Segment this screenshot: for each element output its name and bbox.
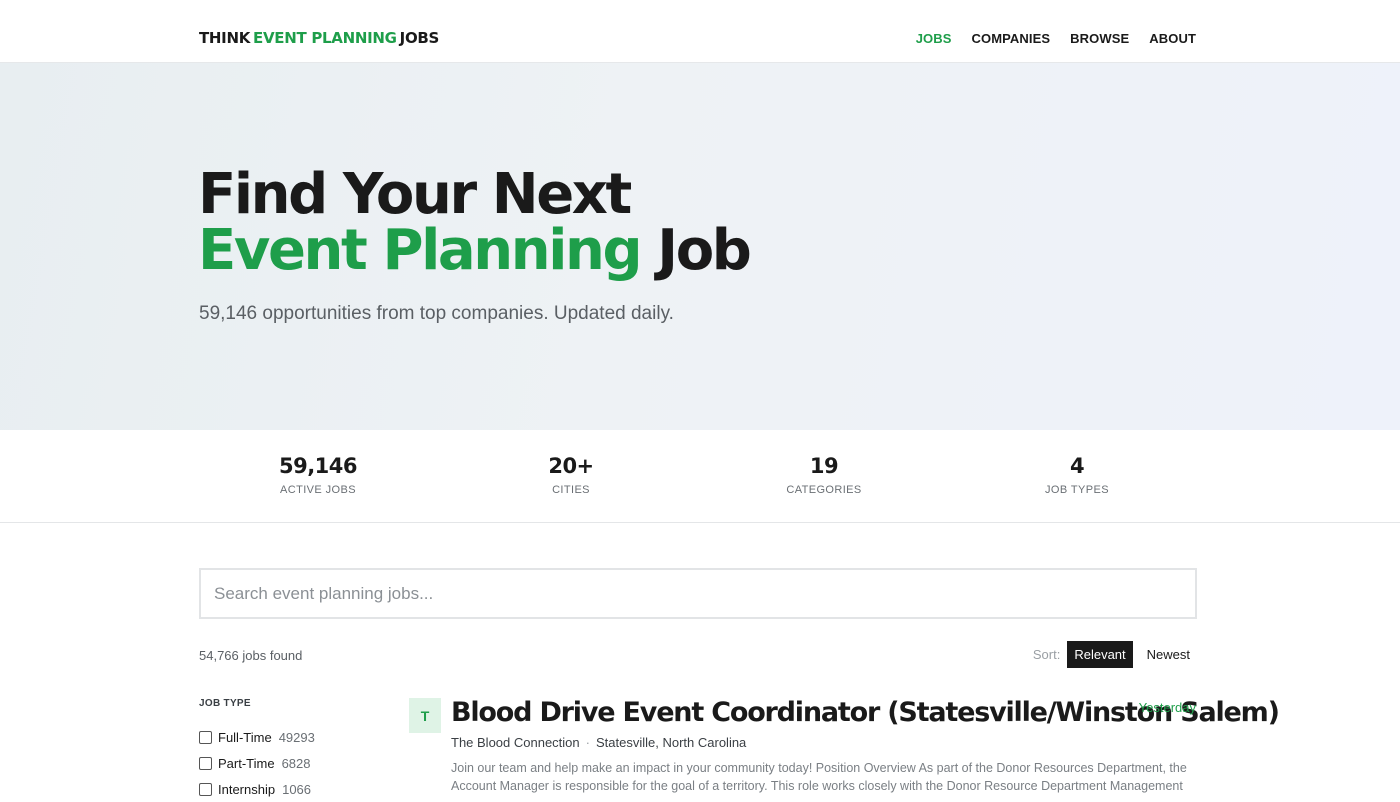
sort-newest-button[interactable]: Newest	[1140, 641, 1197, 668]
sort-relevant-button[interactable]: Relevant	[1067, 641, 1133, 668]
checkbox[interactable]	[199, 756, 212, 770]
filter-label: Full-Time	[218, 729, 272, 745]
filter-internship[interactable]: Internship 1066	[199, 776, 315, 802]
job-company: The Blood Connection	[451, 735, 580, 750]
checkbox[interactable]	[199, 782, 212, 796]
filter-part-time[interactable]: Part-Time 6828	[199, 750, 315, 776]
nav-about[interactable]: ABOUT	[1149, 31, 1196, 46]
hero-section: Find Your Next Event Planning Job 59,146…	[0, 63, 1400, 430]
stat-active-jobs: 59,146 ACTIVE JOBS	[218, 454, 418, 496]
stat-label: ACTIVE JOBS	[280, 484, 356, 496]
job-meta: The Blood Connection · Statesville, North …	[451, 735, 746, 750]
site-header: THINK EVENT PLANNING JOBS JOBS COMPANIES B…	[0, 0, 1400, 63]
filter-full-time[interactable]: Full-Time 49293	[199, 724, 315, 750]
filter-count: 6828	[281, 755, 311, 771]
company-avatar: T	[409, 698, 441, 733]
stat-value: 20+	[548, 454, 594, 478]
hero-title-line2: Event Planning Job	[198, 223, 752, 279]
stat-label: CITIES	[552, 484, 590, 496]
filter-count: 1066	[282, 781, 312, 797]
job-type-filters: Full-Time 49293 Part-Time 6828 Internshi…	[199, 724, 315, 802]
nav-jobs[interactable]: JOBS	[916, 31, 952, 46]
stat-cities: 20+ CITIES	[471, 454, 671, 496]
stat-value: 59,146	[278, 454, 358, 478]
logo-event-planning: EVENT PLANNING	[253, 29, 397, 47]
job-posted-date: Yesterday	[1138, 700, 1196, 715]
nav-browse[interactable]: BROWSE	[1070, 31, 1129, 46]
sort-control: Sort: Relevant Newest	[1033, 641, 1197, 668]
hero-title: Find Your Next Event Planning Job	[198, 167, 752, 279]
logo-think: THINK	[199, 29, 251, 47]
filter-count: 49293	[278, 729, 315, 745]
hero-subtitle: 59,146 opportunities from top companies.…	[199, 303, 674, 324]
job-location: Statesville, North Carolina	[596, 735, 747, 750]
filter-label: Part-Time	[218, 755, 275, 771]
stat-label: CATEGORIES	[786, 484, 862, 496]
search-box	[199, 568, 1197, 619]
sort-label: Sort:	[1032, 647, 1061, 662]
job-description: Join our team and help make an impact in…	[451, 761, 1187, 793]
results-count: 54,766 jobs found	[199, 648, 303, 663]
checkbox[interactable]	[199, 730, 212, 744]
filter-title: JOB TYPE	[199, 698, 251, 709]
nav-companies[interactable]: COMPANIES	[972, 31, 1051, 46]
hero-title-accent: Event Planning	[198, 218, 643, 283]
logo-jobs: JOBS	[399, 29, 440, 47]
filter-label: Internship	[218, 781, 276, 797]
stats-bar: 59,146 ACTIVE JOBS 20+ CITIES 19 CATEGOR…	[0, 430, 1400, 523]
stat-value: 4	[1069, 454, 1085, 478]
site-logo[interactable]: THINK EVENT PLANNING JOBS	[199, 29, 439, 47]
stat-label: JOB TYPES	[1045, 484, 1109, 496]
search-input[interactable]	[201, 570, 1195, 617]
meta-separator: ·	[585, 735, 590, 750]
hero-title-job: Job	[657, 218, 752, 283]
stat-categories: 19 CATEGORIES	[724, 454, 924, 496]
main-nav: JOBS COMPANIES BROWSE ABOUT	[916, 31, 1196, 46]
stat-value: 19	[809, 454, 839, 478]
stat-job-types: 4 JOB TYPES	[977, 454, 1177, 496]
